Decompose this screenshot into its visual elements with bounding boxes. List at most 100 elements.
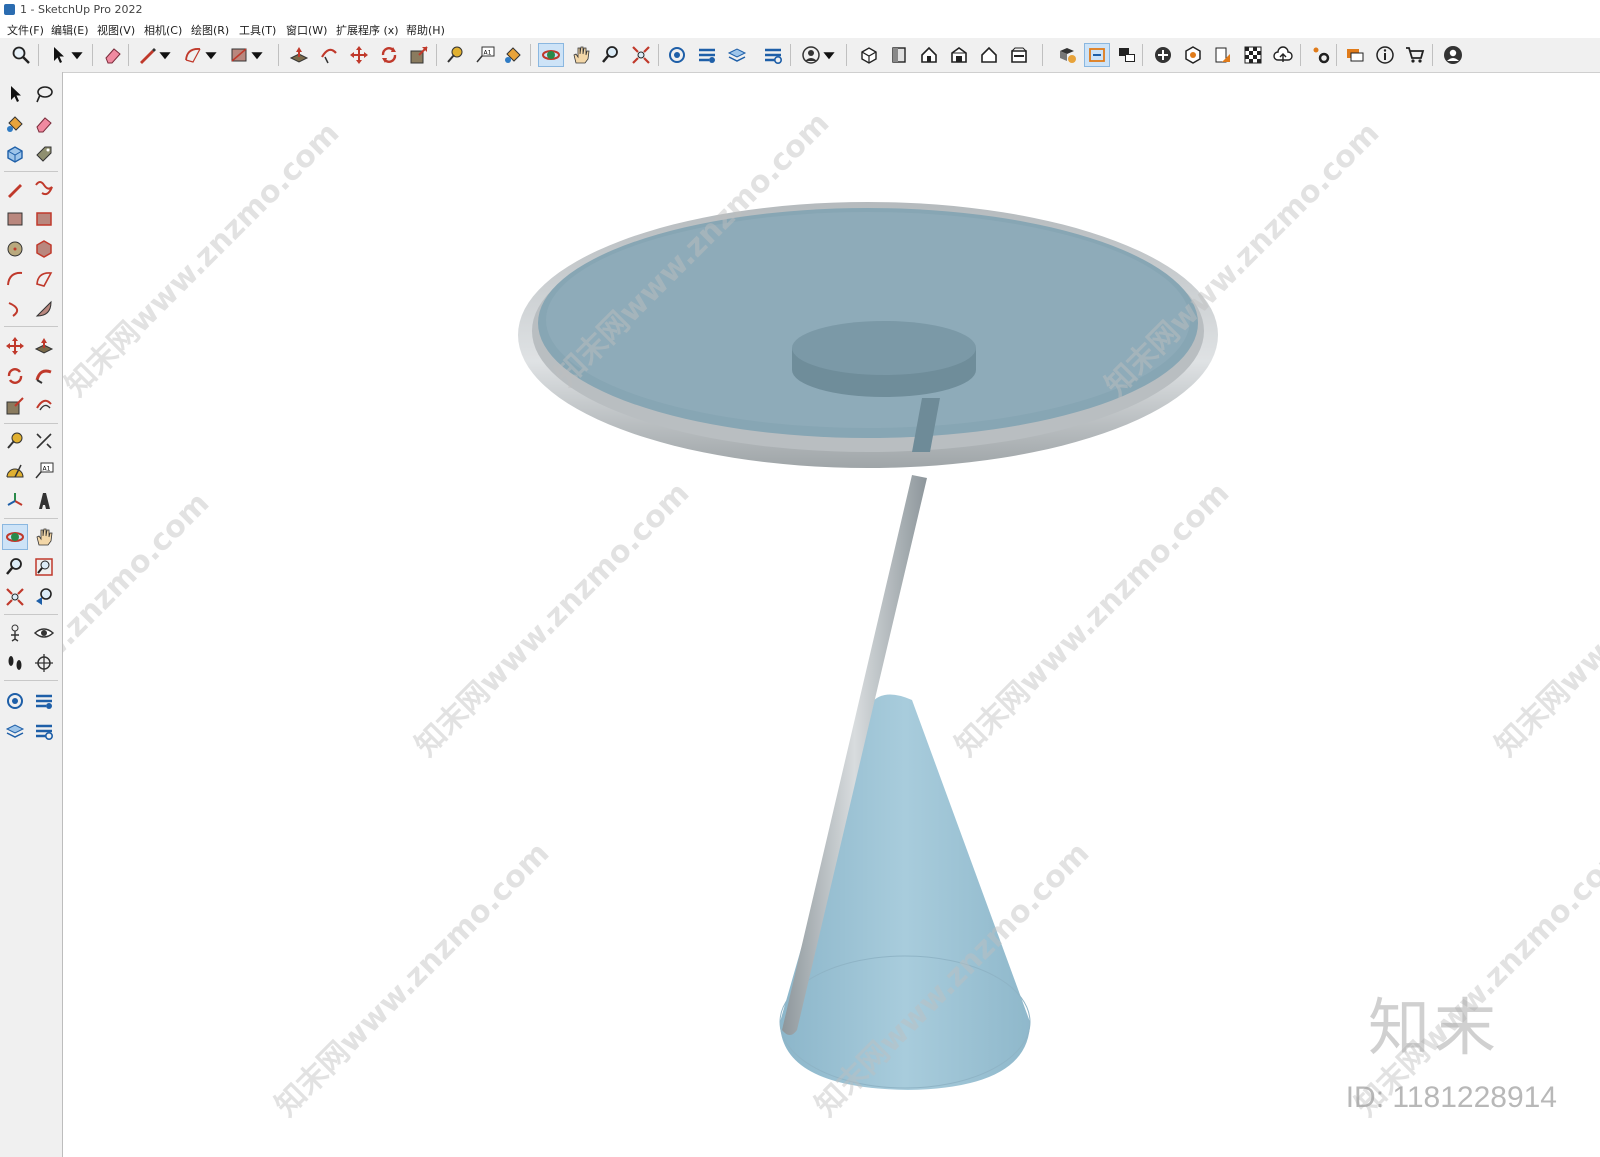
move-icon[interactable]: [2, 333, 28, 359]
rectangle-icon[interactable]: [226, 43, 252, 67]
top-view-icon[interactable]: [886, 43, 912, 67]
rotate-icon[interactable]: [2, 363, 28, 389]
dropdown-arrow-icon[interactable]: [70, 43, 84, 67]
arc-icon[interactable]: [180, 43, 206, 67]
sketchup-app-icon: [4, 4, 15, 15]
styles-icon[interactable]: [1054, 43, 1080, 67]
pan-hand-icon[interactable]: [31, 524, 57, 550]
look-around-eye-icon[interactable]: [31, 620, 57, 646]
text-label-icon[interactable]: A1: [472, 43, 498, 67]
pie-icon[interactable]: [31, 296, 57, 322]
move-icon[interactable]: [346, 43, 372, 67]
menu-file[interactable]: 文件(F): [4, 22, 47, 38]
tape-measure-icon[interactable]: [2, 428, 28, 454]
zoom-extents-icon[interactable]: [628, 43, 654, 67]
sandbox-icon[interactable]: [1180, 43, 1206, 67]
profile-icon[interactable]: [1440, 43, 1466, 67]
rotated-rectangle-icon[interactable]: [31, 206, 57, 232]
tape-measure-icon[interactable]: [442, 43, 468, 67]
zoom-tool-icon[interactable]: [2, 554, 28, 580]
protractor-icon[interactable]: [2, 458, 28, 484]
menu-camera[interactable]: 相机(C): [141, 22, 185, 38]
menu-view[interactable]: 视图(V): [94, 22, 138, 38]
circle-icon[interactable]: [2, 236, 28, 262]
offset-icon[interactable]: [31, 393, 57, 419]
3d-text-icon[interactable]: [31, 488, 57, 514]
zoom-tool-icon[interactable]: [598, 43, 624, 67]
previous-view-icon[interactable]: [31, 584, 57, 610]
paint-bucket-icon[interactable]: [2, 111, 28, 137]
orbit-icon[interactable]: [538, 43, 564, 67]
left-view-icon[interactable]: [1006, 43, 1032, 67]
follow-me-icon[interactable]: [31, 363, 57, 389]
dimension-icon[interactable]: [31, 428, 57, 454]
three-point-arc-icon[interactable]: [2, 296, 28, 322]
dropdown-arrow-icon[interactable]: [250, 43, 264, 67]
lasso-select-icon[interactable]: [31, 81, 57, 107]
section-plane-target-icon[interactable]: [31, 650, 57, 676]
scale-icon[interactable]: [406, 43, 432, 67]
dropdown-arrow-icon[interactable]: [822, 43, 836, 67]
select-arrow-icon[interactable]: [2, 81, 28, 107]
zoom-icon[interactable]: [8, 43, 34, 67]
materials-icon[interactable]: [1240, 43, 1266, 67]
3d-warehouse-icon[interactable]: [664, 43, 690, 67]
back-view-icon[interactable]: [976, 43, 1002, 67]
extension-warehouse-icon[interactable]: [694, 43, 720, 67]
cloud-upload-icon[interactable]: [1270, 43, 1296, 67]
section-plane-icon[interactable]: [1084, 43, 1110, 67]
extension-manager-icon[interactable]: [31, 718, 57, 744]
eraser-icon[interactable]: [100, 43, 126, 67]
select-arrow-icon[interactable]: [46, 43, 72, 67]
zoom-window-icon[interactable]: [31, 554, 57, 580]
axes-icon[interactable]: [2, 488, 28, 514]
info-icon[interactable]: [1372, 43, 1398, 67]
dropdown-arrow-icon[interactable]: [158, 43, 172, 67]
walk-footprints-icon[interactable]: [2, 650, 28, 676]
preferences-gear-icon[interactable]: [1308, 43, 1334, 67]
push-pull-icon[interactable]: [286, 43, 312, 67]
position-camera-icon[interactable]: [2, 620, 28, 646]
pan-hand-icon[interactable]: [568, 43, 594, 67]
menu-window[interactable]: 窗口(W): [283, 22, 330, 38]
zoom-extents-icon[interactable]: [2, 584, 28, 610]
freehand-icon[interactable]: [31, 176, 57, 202]
two-point-arc-icon[interactable]: [31, 266, 57, 292]
right-view-icon[interactable]: [946, 43, 972, 67]
model-viewport[interactable]: 知末网www.znzmo.com 知末网www.znzmo.com 知末网www…: [63, 73, 1600, 1157]
text-label-icon[interactable]: A1: [31, 458, 57, 484]
polygon-icon[interactable]: [31, 236, 57, 262]
layers-send-icon[interactable]: [2, 718, 28, 744]
layout-icon[interactable]: [1210, 43, 1236, 67]
scale-icon[interactable]: [2, 393, 28, 419]
menu-draw[interactable]: 绘图(R): [188, 22, 232, 38]
tag-icon[interactable]: [31, 141, 57, 167]
arc-icon[interactable]: [2, 266, 28, 292]
layers-send-icon[interactable]: [724, 43, 750, 67]
front-view-icon[interactable]: [916, 43, 942, 67]
chat-feedback-icon[interactable]: [1342, 43, 1368, 67]
push-pull-icon[interactable]: [31, 333, 57, 359]
orbit-icon[interactable]: [2, 524, 28, 550]
extension-manager-icon[interactable]: [760, 43, 786, 67]
menu-tools[interactable]: 工具(T): [236, 22, 279, 38]
extension-warehouse-icon[interactable]: [31, 688, 57, 714]
menu-edit[interactable]: 编辑(E): [48, 22, 92, 38]
add-location-icon[interactable]: [1150, 43, 1176, 67]
make-component-icon[interactable]: [2, 141, 28, 167]
scenes-icon[interactable]: [1114, 43, 1140, 67]
paint-bucket-icon[interactable]: [500, 43, 526, 67]
rectangle-icon[interactable]: [2, 206, 28, 232]
pencil-line-icon[interactable]: [134, 43, 160, 67]
line-pencil-icon[interactable]: [2, 176, 28, 202]
3d-warehouse-icon[interactable]: [2, 688, 28, 714]
dropdown-arrow-icon[interactable]: [204, 43, 218, 67]
shopping-cart-icon[interactable]: [1402, 43, 1428, 67]
user-account-icon[interactable]: [798, 43, 824, 67]
follow-me-icon[interactable]: [316, 43, 342, 67]
iso-view-icon[interactable]: [856, 43, 882, 67]
menu-help[interactable]: 帮助(H): [403, 22, 448, 38]
eraser-icon[interactable]: [31, 111, 57, 137]
menu-extensions[interactable]: 扩展程序 (x): [333, 22, 402, 38]
rotate-icon[interactable]: [376, 43, 402, 67]
